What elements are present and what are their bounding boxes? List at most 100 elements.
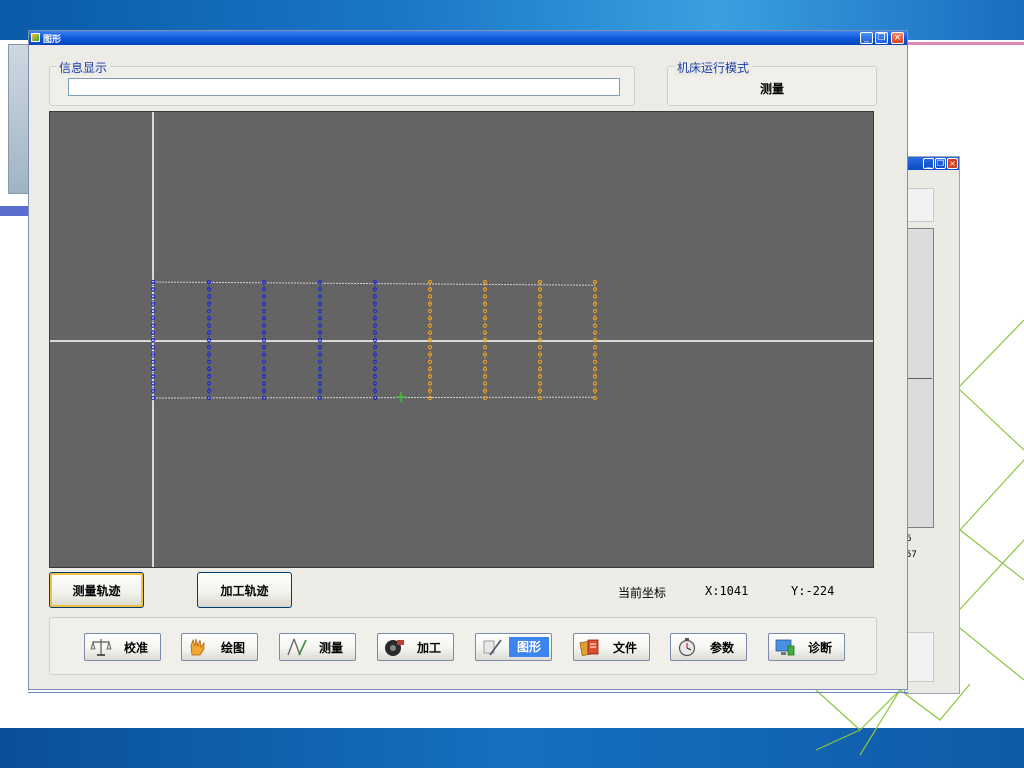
measure-track-point: [317, 374, 323, 379]
nav-draw-button[interactable]: 绘图: [181, 633, 258, 661]
machine-track-point: [427, 381, 433, 386]
machine-track-point: [482, 359, 488, 364]
nav-params-button[interactable]: 参数: [670, 633, 747, 661]
restore-icon[interactable]: ❐: [935, 158, 946, 169]
machine-track-point: [537, 294, 543, 299]
measure-track-point: [317, 359, 323, 364]
measure-track-point: [372, 323, 378, 328]
nav-measure-button[interactable]: 测量: [279, 633, 356, 661]
machine-track-point: [592, 381, 598, 386]
machine-track-point: [592, 330, 598, 335]
measure-track-point: [372, 359, 378, 364]
measure-track-point: [372, 330, 378, 335]
background-axis-line: [906, 378, 932, 379]
restore-icon: ❐: [877, 33, 886, 43]
nav-label: 加工: [416, 640, 441, 655]
machine-track-point: [537, 381, 543, 386]
machine-track-point: [482, 294, 488, 299]
measure-track-point: [261, 359, 267, 364]
measure-track-point: [206, 359, 212, 364]
machine-track-point: [537, 330, 543, 335]
window-title: 图形: [43, 35, 62, 45]
minimize-icon[interactable]: _: [923, 158, 934, 169]
measure-track-point: [261, 345, 267, 350]
background-window-titlebar: _ ❐ ×: [905, 157, 959, 170]
monitor-diagnose-icon: [775, 639, 795, 656]
machine-track-point: [537, 323, 543, 328]
nav-label: 文件: [612, 640, 637, 655]
close-icon[interactable]: ×: [947, 158, 958, 169]
info-display-group: 信息显示: [49, 59, 635, 106]
nav-label: 诊断: [807, 640, 832, 655]
trajectory-plot[interactable]: [50, 112, 874, 568]
measure-track-button[interactable]: 测量轨迹: [49, 572, 144, 608]
machine-track-point: [427, 308, 433, 314]
measure-track-point: [206, 323, 212, 328]
measure-track-point: [372, 381, 378, 386]
machine-mode-value: 测量: [759, 82, 784, 96]
graphics-icon: [483, 639, 502, 656]
close-button[interactable]: ×: [891, 32, 904, 44]
info-display-legend: 信息显示: [56, 59, 111, 76]
measure-track-point: [372, 308, 378, 314]
nav-label: 参数: [709, 640, 734, 655]
measure-track-point: [261, 374, 267, 379]
measure-track-point: [317, 345, 323, 350]
balance-scale-icon: [90, 639, 112, 656]
minimize-button[interactable]: _: [860, 32, 873, 44]
machine-track-point: [537, 308, 543, 314]
machine-track-point: [592, 308, 598, 314]
measure-track-point: [206, 345, 212, 350]
nav-group: 校准 绘图 测量 加工 图形 文件 参数 诊断: [49, 617, 877, 675]
window-titlebar[interactable]: 图形 _ ❐ ×: [29, 31, 907, 45]
background-panel: [906, 632, 934, 682]
machine-track-button[interactable]: 加工轨迹: [197, 572, 292, 608]
machine-track-point: [482, 323, 488, 328]
nav-label: 图形: [509, 637, 549, 657]
measure-track-point: [372, 287, 378, 292]
nav-diagnose-button[interactable]: 诊断: [768, 633, 845, 661]
measure-track-point: [206, 374, 212, 379]
machine-track-point: [427, 345, 433, 350]
nav-machining-button[interactable]: 加工: [377, 633, 454, 661]
measure-track-point: [317, 294, 323, 299]
measure-track-point: [372, 374, 378, 379]
measure-track-point: [206, 330, 212, 335]
measure-track-point: [372, 294, 378, 299]
background-panel: [906, 188, 934, 222]
measure-track-point: [261, 287, 267, 292]
info-display-field[interactable]: [68, 78, 620, 96]
nav-graphics-button[interactable]: 图形: [475, 633, 552, 661]
measure-track-point: [317, 381, 323, 386]
file-icon: [579, 639, 599, 657]
graphics-window: 图形 _ ❐ × 信息显示 机床运行模式 测量 测量轨迹 加工轨迹 当前坐标 X…: [28, 30, 908, 690]
machine-track-point: [482, 308, 488, 314]
measure-track-point: [317, 287, 323, 292]
machine-track-point: [427, 294, 433, 299]
nav-file-button[interactable]: 文件: [573, 633, 650, 661]
machine-mode-group: 机床运行模式 测量: [667, 59, 877, 106]
current-coord-label: 当前坐标: [618, 586, 667, 600]
graphics-canvas[interactable]: [49, 111, 874, 568]
machine-track-point: [427, 330, 433, 335]
machine-track-point: [592, 359, 598, 364]
machine-track-point: [482, 345, 488, 350]
machine-track-point: [427, 287, 433, 292]
measure-track-point: [206, 287, 212, 292]
measure-track-point: [206, 308, 212, 314]
machine-track-point: [427, 359, 433, 364]
machine-track-point: [482, 374, 488, 379]
machine-track-point: [592, 374, 598, 379]
restore-button[interactable]: ❐: [875, 32, 888, 44]
nav-calibrate-button[interactable]: 校准: [84, 633, 161, 661]
machine-track-point: [592, 287, 598, 292]
machining-icon: [385, 640, 404, 656]
machine-track-point: [592, 323, 598, 328]
measure-track-point: [261, 381, 267, 386]
measure-track-point: [206, 381, 212, 386]
measure-track-point: [317, 330, 323, 335]
measure-track-point: [261, 330, 267, 335]
machine-track-point: [537, 359, 543, 364]
machine-track-point: [482, 381, 488, 386]
machine-track-point: [482, 287, 488, 292]
